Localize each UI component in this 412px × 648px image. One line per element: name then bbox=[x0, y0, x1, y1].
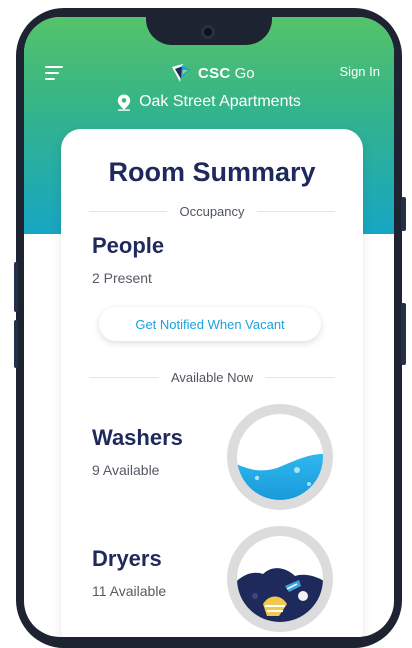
people-title: People bbox=[92, 233, 165, 258]
washers-title: Washers bbox=[92, 425, 183, 450]
menu-icon[interactable] bbox=[45, 66, 63, 80]
app-screen: CSC Go Sign In Oak Street Apartments Roo… bbox=[24, 17, 394, 637]
card-title: Room Summary bbox=[108, 157, 316, 187]
dryers-count: 11 Available bbox=[92, 583, 167, 599]
available-divider: Available Now bbox=[89, 369, 336, 385]
camera-icon bbox=[201, 25, 215, 39]
washers-count: 9 Available bbox=[92, 462, 160, 478]
dryers-title: Dryers bbox=[92, 546, 162, 571]
location-name: Oak Street Apartments bbox=[139, 93, 301, 110]
location-pin-icon bbox=[117, 94, 131, 111]
phone-side-button bbox=[14, 320, 18, 368]
csc-logo-icon bbox=[172, 64, 190, 82]
dryer-clothes-icon bbox=[227, 526, 333, 632]
people-count: 2 Present bbox=[92, 270, 152, 286]
phone-side-button bbox=[401, 197, 406, 231]
available-label: Available Now bbox=[170, 369, 254, 385]
notify-when-vacant-button[interactable]: Get Notified When Vacant bbox=[99, 307, 321, 341]
occupancy-divider: Occupancy bbox=[89, 203, 336, 219]
app-logo: CSC Go bbox=[170, 59, 255, 87]
occupancy-label: Occupancy bbox=[179, 203, 245, 219]
camera-notch bbox=[146, 17, 272, 45]
washer-water-icon bbox=[227, 404, 333, 510]
phone-side-button bbox=[401, 303, 406, 365]
location-selector[interactable]: Oak Street Apartments bbox=[24, 93, 394, 111]
room-summary-card: Room Summary Occupancy People 2 Present … bbox=[61, 129, 363, 637]
phone-side-button bbox=[14, 262, 18, 312]
brand-suffix: Go bbox=[234, 64, 255, 82]
brand-name: CSC bbox=[198, 64, 231, 82]
sign-in-link[interactable]: Sign In bbox=[340, 64, 380, 79]
